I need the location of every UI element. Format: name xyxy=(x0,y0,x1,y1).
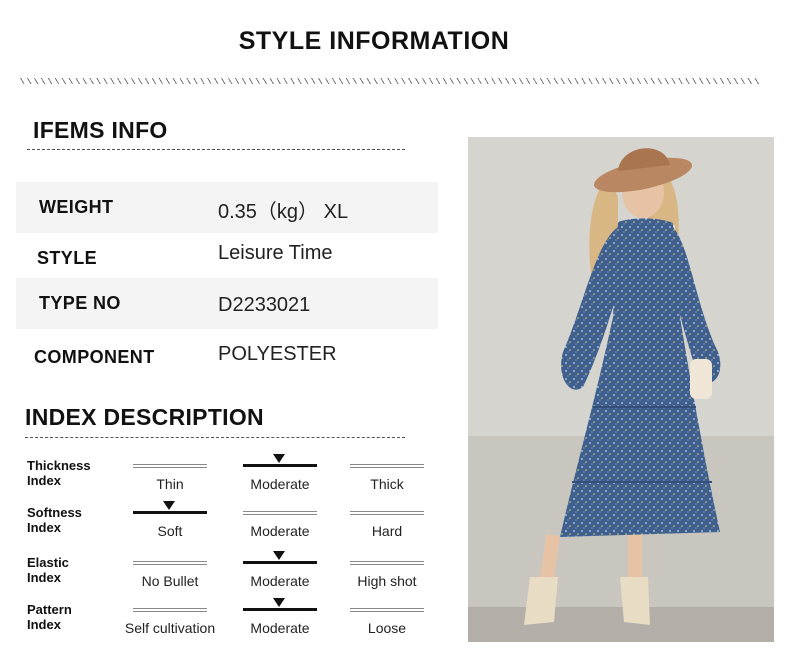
index-label-line2: Index xyxy=(27,520,61,535)
scale-option-label: Thick xyxy=(370,476,404,492)
selected-marker-icon xyxy=(273,551,285,560)
weight-value: 0.35（kg） XL xyxy=(218,201,349,223)
component-label: COMPONENT xyxy=(34,347,155,367)
index-label: Pattern Index xyxy=(27,602,127,632)
type-no-value: D2233021 xyxy=(218,294,311,316)
info-row-type-no: TYPE NO D2233021 xyxy=(16,278,438,329)
selected-marker-icon xyxy=(163,501,175,510)
index-label: Softness Index xyxy=(27,505,127,535)
index-scale-segment: Thin xyxy=(133,454,207,494)
scale-line-active xyxy=(133,511,207,514)
index-description-title: INDEX DESCRIPTION xyxy=(25,404,264,430)
scale-line xyxy=(350,511,424,515)
index-scale-segment: High shot xyxy=(350,551,424,591)
index-scale-segment: No Bullet xyxy=(133,551,207,591)
scale-option-label: Hard xyxy=(371,523,403,539)
scale-line xyxy=(133,464,207,468)
scale-option-label: Moderate xyxy=(250,573,310,589)
style-label: STYLE xyxy=(37,248,98,268)
scale-line xyxy=(350,608,424,612)
scale-option-label: High shot xyxy=(357,573,417,589)
index-scale-segment: Hard xyxy=(350,501,424,541)
index-scale-segment: Moderate xyxy=(243,501,317,541)
info-row-weight: WEIGHT 0.35（kg） XL xyxy=(16,182,438,233)
scale-line xyxy=(133,608,207,612)
type-no-label: TYPE NO xyxy=(39,293,121,313)
index-label-line2: Index xyxy=(27,473,61,488)
scale-option-label: Soft xyxy=(157,523,183,539)
items-info-title: IFEMS INFO xyxy=(33,117,168,143)
index-label-line1: Softness xyxy=(27,505,82,520)
index-scale-segment: Soft xyxy=(133,501,207,541)
weight-label: WEIGHT xyxy=(39,197,114,217)
info-row-style: STYLE Leisure Time xyxy=(16,232,438,283)
selected-marker-icon xyxy=(273,454,285,463)
index-label-line1: Elastic xyxy=(27,555,69,570)
scale-line xyxy=(350,464,424,468)
scale-line-active xyxy=(243,608,317,611)
index-label-line2: Index xyxy=(27,617,61,632)
component-value: POLYESTER xyxy=(218,343,337,365)
index-scale-segment: Loose xyxy=(350,598,424,638)
index-label-line1: Thickness xyxy=(27,458,91,473)
scale-option-label: Self cultivation xyxy=(124,620,216,636)
selected-marker-icon xyxy=(273,598,285,607)
product-photo xyxy=(468,137,774,642)
index-scale-segment: Moderate xyxy=(243,598,317,638)
scale-option-label: Thin xyxy=(156,476,184,492)
index-label: Elastic Index xyxy=(27,555,127,585)
scale-line-active xyxy=(243,464,317,467)
index-scale-segment: Thick xyxy=(350,454,424,494)
scale-option-label: No Bullet xyxy=(141,573,199,589)
items-info-divider xyxy=(27,149,405,150)
page-title: STYLE INFORMATION xyxy=(238,27,510,55)
index-scale-segment: Moderate xyxy=(243,454,317,494)
index-scale-segment: Self cultivation xyxy=(125,598,215,638)
scale-line xyxy=(350,561,424,565)
index-description-divider xyxy=(25,437,405,438)
title-divider xyxy=(20,78,760,84)
scale-line xyxy=(243,511,317,515)
index-label: Thickness Index xyxy=(27,458,127,488)
scale-option-label: Moderate xyxy=(250,523,310,539)
scale-line xyxy=(133,561,207,565)
info-row-component: COMPONENT POLYESTER xyxy=(16,330,438,381)
index-label-line2: Index xyxy=(27,570,61,585)
scale-line-active xyxy=(243,561,317,564)
model-image xyxy=(468,137,774,642)
scale-option-label: Moderate xyxy=(250,476,310,492)
index-label-line1: Pattern xyxy=(27,602,72,617)
scale-option-label: Loose xyxy=(367,620,407,636)
scale-option-label: Moderate xyxy=(250,620,310,636)
index-scale-segment: Moderate xyxy=(243,551,317,591)
style-value: Leisure Time xyxy=(218,242,333,264)
